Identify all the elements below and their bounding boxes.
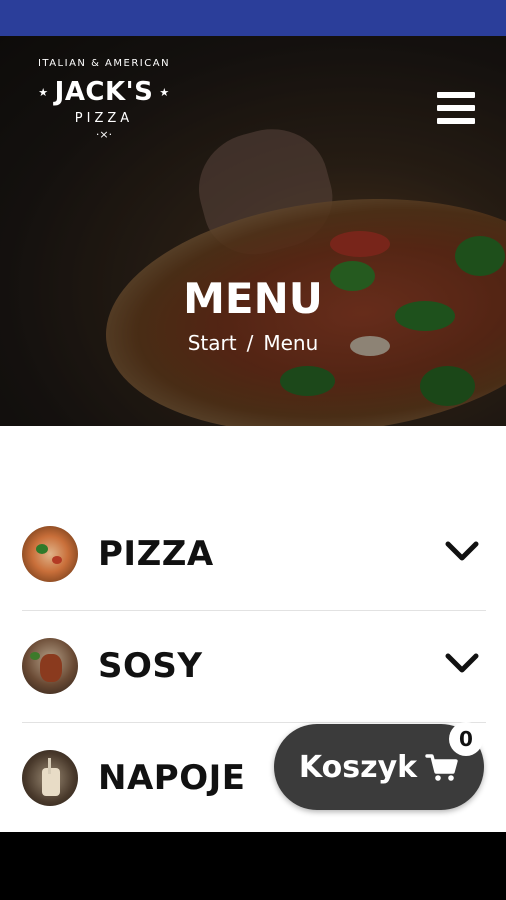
page-title: MENU xyxy=(183,274,323,323)
breadcrumb: Start / Menu xyxy=(0,331,506,355)
sauce-thumbnail-icon xyxy=(22,638,78,694)
drink-thumbnail-icon xyxy=(22,750,78,806)
category-label: SOSY xyxy=(98,646,203,686)
logo-tagline: ITALIAN & AMERICAN xyxy=(37,58,171,69)
breadcrumb-current: Menu xyxy=(263,331,319,355)
breadcrumb-separator: / xyxy=(246,331,254,355)
chevron-down-icon[interactable] xyxy=(444,539,484,569)
category-label: PIZZA xyxy=(98,534,214,574)
cart-label: Koszyk xyxy=(298,749,418,785)
pizza-thumbnail-icon xyxy=(22,526,78,582)
logo-name: ★ JACK'S ★ xyxy=(24,77,184,107)
logo[interactable]: ITALIAN & AMERICAN ★ JACK'S ★ PIZZA ·×· xyxy=(24,54,184,164)
cart-count-badge: 0 xyxy=(449,722,483,756)
status-bar xyxy=(0,0,506,36)
category-sosy[interactable]: SOSY xyxy=(22,610,486,723)
breadcrumb-start-link[interactable]: Start xyxy=(188,331,237,355)
logo-subtitle: PIZZA xyxy=(74,111,134,126)
star-icon: ★ xyxy=(38,86,49,99)
cart-icon xyxy=(425,754,458,781)
chevron-down-icon[interactable] xyxy=(444,651,484,681)
star-icon: ★ xyxy=(159,86,170,99)
system-navigation-bar xyxy=(0,832,506,900)
logo-name-text: JACK'S xyxy=(54,77,154,107)
logo-mark: ·×· xyxy=(95,128,113,141)
hero-banner: ITALIAN & AMERICAN ★ JACK'S ★ PIZZA ·×· ME… xyxy=(0,36,506,426)
menu-hamburger-icon[interactable] xyxy=(437,92,475,124)
category-pizza[interactable]: PIZZA xyxy=(22,498,486,611)
